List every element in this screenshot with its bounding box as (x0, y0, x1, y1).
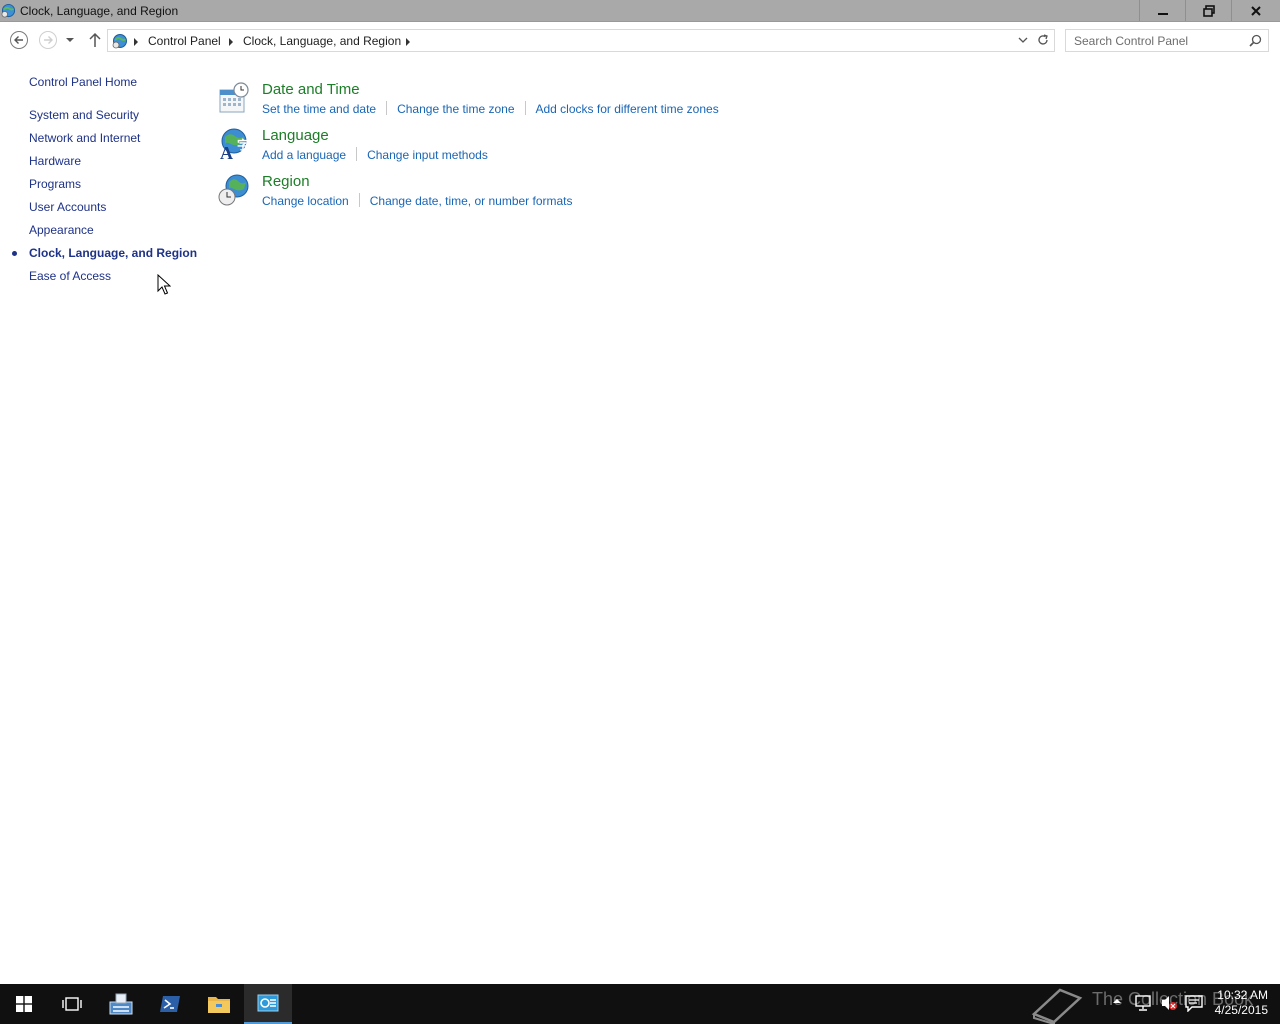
taskbar-powershell[interactable] (146, 984, 194, 1024)
add-language-link[interactable]: Add a language (262, 148, 346, 162)
task-view-button[interactable] (48, 984, 96, 1024)
recent-locations-button[interactable] (62, 30, 78, 50)
breadcrumb-control-panel[interactable]: Control Panel (148, 34, 221, 48)
taskbar-control-panel[interactable] (244, 984, 292, 1024)
mouse-cursor-icon (157, 274, 171, 295)
action-center-icon[interactable] (1185, 994, 1203, 1012)
current-page-bullet (12, 251, 17, 256)
up-button[interactable] (85, 30, 105, 50)
powershell-icon (160, 996, 180, 1012)
sidebar-item-system-security[interactable]: System and Security (29, 108, 139, 122)
minimize-button[interactable] (1139, 0, 1185, 21)
link-divider (386, 101, 388, 115)
show-hidden-icons-icon[interactable] (1112, 996, 1122, 1006)
back-arrow-icon (10, 31, 28, 49)
control-panel-icon (112, 34, 127, 49)
link-divider (524, 101, 526, 115)
address-dropdown-icon[interactable] (1018, 35, 1028, 45)
close-icon (1251, 5, 1261, 16)
calendar-clock-icon[interactable] (217, 81, 251, 115)
back-button[interactable] (9, 30, 29, 50)
language-globe-icon[interactable]: A 字 (217, 127, 251, 161)
close-button[interactable] (1231, 0, 1280, 21)
volume-muted-icon[interactable] (1160, 994, 1178, 1012)
sidebar-item-hardware[interactable]: Hardware (29, 154, 81, 168)
svg-text:A: A (220, 143, 233, 161)
clock-date: 4/25/2015 (1214, 1003, 1268, 1017)
category-heading-language[interactable]: Language (262, 127, 329, 144)
svg-text:字: 字 (237, 137, 249, 152)
up-arrow-icon (89, 32, 101, 47)
search-box[interactable] (1065, 29, 1269, 52)
sidebar-item-appearance[interactable]: Appearance (29, 223, 94, 237)
control-panel-icon (1, 3, 16, 18)
taskbar-server-manager[interactable] (97, 984, 145, 1024)
breadcrumb-separator-icon[interactable] (134, 38, 138, 46)
language-links: Add a language Change input methods (262, 147, 488, 162)
region-globe-icon[interactable] (217, 173, 251, 207)
category-heading-region[interactable]: Region (262, 173, 310, 190)
minimize-icon (1157, 12, 1168, 15)
sidebar-item-clock-language-region[interactable]: Clock, Language, and Region (29, 246, 197, 260)
chevron-down-icon (66, 38, 74, 42)
breadcrumb-separator-icon[interactable] (406, 38, 410, 46)
taskbar-clock[interactable]: 10:32 AM 4/25/2015 (1206, 988, 1268, 1018)
search-input[interactable] (1066, 30, 1246, 51)
search-icon[interactable] (1249, 34, 1262, 47)
link-divider (358, 193, 360, 207)
watermark-book-icon (1031, 988, 1083, 1024)
restore-icon (1202, 4, 1215, 17)
sidebar-item-user-accounts[interactable]: User Accounts (29, 200, 106, 214)
start-button[interactable] (0, 984, 48, 1024)
server-manager-icon (109, 993, 133, 1015)
set-time-date-link[interactable]: Set the time and date (262, 102, 376, 116)
task-view-icon (62, 997, 82, 1011)
window-title: Clock, Language, and Region (20, 4, 179, 18)
control-panel-icon (257, 994, 279, 1012)
network-icon[interactable] (1134, 994, 1152, 1012)
sidebar-home-link[interactable]: Control Panel Home (29, 75, 137, 89)
taskbar: The Collection Book 10:32 AM 4/25/2015 (0, 984, 1280, 1024)
region-links: Change location Change date, time, or num… (262, 193, 573, 208)
clock-time: 10:32 AM (1217, 988, 1268, 1002)
folder-icon (208, 997, 230, 1013)
change-input-methods-link[interactable]: Change input methods (367, 148, 488, 162)
windows-logo-icon (16, 996, 32, 1012)
forward-arrow-icon (39, 31, 57, 49)
change-time-zone-link[interactable]: Change the time zone (397, 102, 514, 116)
address-bar[interactable]: Control Panel Clock, Language, and Regio… (107, 29, 1055, 52)
sidebar-item-programs[interactable]: Programs (29, 177, 81, 191)
taskbar-file-explorer[interactable] (195, 984, 243, 1024)
date-time-links: Set the time and date Change the time zon… (262, 101, 719, 116)
title-bar: Clock, Language, and Region (0, 0, 1280, 22)
sidebar-item-network-internet[interactable]: Network and Internet (29, 131, 140, 145)
change-location-link[interactable]: Change location (262, 194, 349, 208)
link-divider (356, 147, 358, 161)
category-heading-date-time[interactable]: Date and Time (262, 81, 360, 98)
forward-button[interactable] (38, 30, 58, 50)
sidebar-item-ease-of-access[interactable]: Ease of Access (29, 269, 111, 283)
breadcrumb-separator-icon[interactable] (229, 38, 233, 46)
navigation-bar: Control Panel Clock, Language, and Regio… (0, 22, 1280, 60)
add-clocks-link[interactable]: Add clocks for different time zones (536, 102, 719, 116)
restore-button[interactable] (1185, 0, 1231, 21)
refresh-icon[interactable] (1036, 33, 1050, 47)
breadcrumb-current[interactable]: Clock, Language, and Region (243, 34, 401, 48)
change-formats-link[interactable]: Change date, time, or number formats (370, 194, 573, 208)
